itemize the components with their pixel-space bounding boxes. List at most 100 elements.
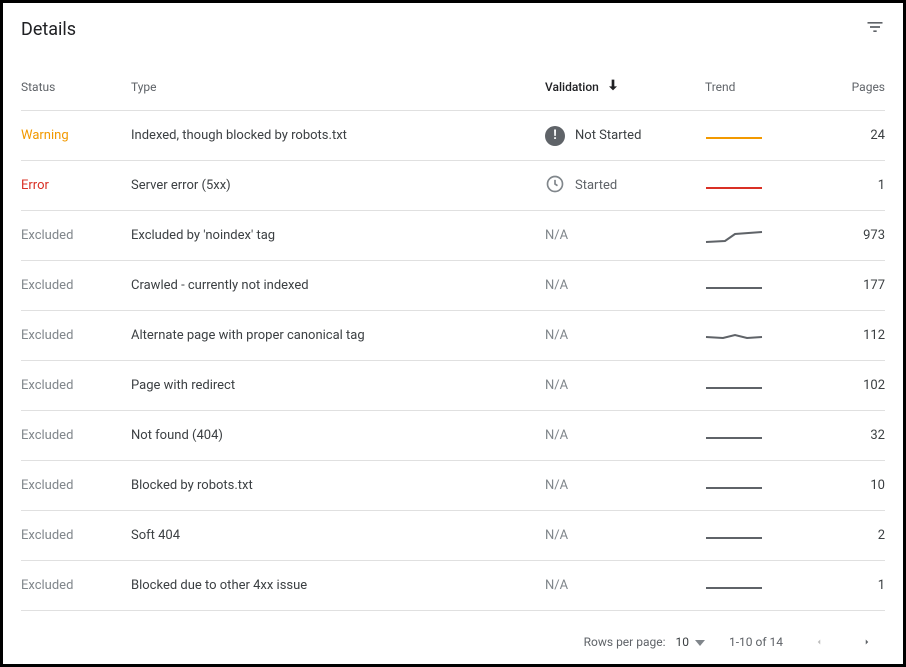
sparkline-icon [705,274,763,298]
validation-cell: N/A [545,528,705,543]
details-panel: Details Status Type Validation Trend Pag… [0,0,906,667]
type-cell: Soft 404 [131,528,545,543]
trend-cell [705,274,825,298]
validation-cell: N/A [545,578,705,593]
table-row[interactable]: ExcludedPage with redirectN/A 102 [21,361,885,411]
sparkline-icon [705,224,763,248]
prev-page-button[interactable] [807,630,831,654]
pages-cell: 177 [825,278,885,293]
pages-cell: 973 [825,228,885,243]
status-cell: Excluded [21,378,131,393]
pages-cell: 32 [825,428,885,443]
sparkline-icon [705,474,763,498]
sparkline-icon [705,324,763,348]
sparkline-icon [705,424,763,448]
sparkline-icon [705,174,763,198]
sparkline-icon [705,574,763,598]
type-cell: Alternate page with proper canonical tag [131,328,545,343]
header-pages[interactable]: Pages [825,80,885,94]
validation-cell: Started [545,174,705,198]
table-row[interactable]: ExcludedExcluded by 'noindex' tagN/A 973 [21,211,885,261]
trend-cell [705,424,825,448]
table-row[interactable]: ExcludedAlternate page with proper canon… [21,311,885,361]
validation-cell: N/A [545,478,705,493]
validation-label: N/A [545,578,568,593]
header-validation[interactable]: Validation [545,77,705,96]
table-body: WarningIndexed, though blocked by robots… [21,111,885,611]
validation-cell: ! Not Started [545,126,705,146]
header-status[interactable]: Status [21,80,131,94]
trend-cell [705,524,825,548]
type-cell: Crawled - currently not indexed [131,278,545,293]
validation-label: N/A [545,478,568,493]
table-row[interactable]: WarningIndexed, though blocked by robots… [21,111,885,161]
rows-per-page-label: Rows per page: [584,635,666,649]
rows-per-page-select[interactable]: 10 [675,635,705,649]
panel-title: Details [21,19,76,40]
validation-label: N/A [545,228,568,243]
filter-icon[interactable] [865,17,885,41]
validation-label: N/A [545,378,568,393]
status-cell: Excluded [21,428,131,443]
validation-label: Started [575,178,617,193]
sort-descending-icon [605,77,621,96]
status-cell: Excluded [21,278,131,293]
clock-icon [545,174,565,198]
trend-cell [705,124,825,148]
pagination-range: 1-10 of 14 [729,635,783,649]
type-cell: Page with redirect [131,378,545,393]
type-cell: Excluded by 'noindex' tag [131,228,545,243]
type-cell: Not found (404) [131,428,545,443]
status-cell: Excluded [21,478,131,493]
table-row[interactable]: ExcludedNot found (404)N/A 32 [21,411,885,461]
status-cell: Excluded [21,328,131,343]
trend-cell [705,574,825,598]
validation-label: N/A [545,278,568,293]
type-cell: Server error (5xx) [131,178,545,193]
dropdown-icon [695,635,705,649]
table-row[interactable]: ExcludedBlocked due to other 4xx issueN/… [21,561,885,611]
header-type[interactable]: Type [131,80,545,94]
table-row[interactable]: ExcludedBlocked by robots.txtN/A 10 [21,461,885,511]
title-row: Details [21,17,885,69]
table-header: Status Type Validation Trend Pages [21,69,885,111]
status-cell: Excluded [21,578,131,593]
pages-cell: 112 [825,328,885,343]
trend-cell [705,324,825,348]
exclamation-icon: ! [545,126,565,146]
validation-cell: N/A [545,328,705,343]
rows-per-page: Rows per page: 10 [584,635,705,649]
sparkline-icon [705,524,763,548]
validation-label: N/A [545,428,568,443]
status-cell: Warning [21,128,131,143]
type-cell: Blocked due to other 4xx issue [131,578,545,593]
table-row[interactable]: ErrorServer error (5xx) Started 1 [21,161,885,211]
pages-cell: 102 [825,378,885,393]
sparkline-icon [705,124,763,148]
trend-cell [705,224,825,248]
pages-cell: 1 [825,178,885,193]
status-cell: Excluded [21,228,131,243]
sparkline-icon [705,374,763,398]
table-row[interactable]: ExcludedSoft 404N/A 2 [21,511,885,561]
pages-cell: 1 [825,578,885,593]
rows-per-page-value: 10 [675,635,689,649]
status-cell: Excluded [21,528,131,543]
validation-label: Not Started [575,128,641,143]
pages-cell: 10 [825,478,885,493]
validation-label: N/A [545,528,568,543]
type-cell: Blocked by robots.txt [131,478,545,493]
validation-cell: N/A [545,228,705,243]
header-validation-label: Validation [545,80,599,94]
validation-cell: N/A [545,378,705,393]
table-row[interactable]: ExcludedCrawled - currently not indexedN… [21,261,885,311]
next-page-button[interactable] [855,630,879,654]
status-cell: Error [21,178,131,193]
validation-label: N/A [545,328,568,343]
validation-cell: N/A [545,428,705,443]
trend-cell [705,374,825,398]
validation-cell: N/A [545,278,705,293]
header-trend[interactable]: Trend [705,80,825,94]
pages-cell: 2 [825,528,885,543]
trend-cell [705,474,825,498]
